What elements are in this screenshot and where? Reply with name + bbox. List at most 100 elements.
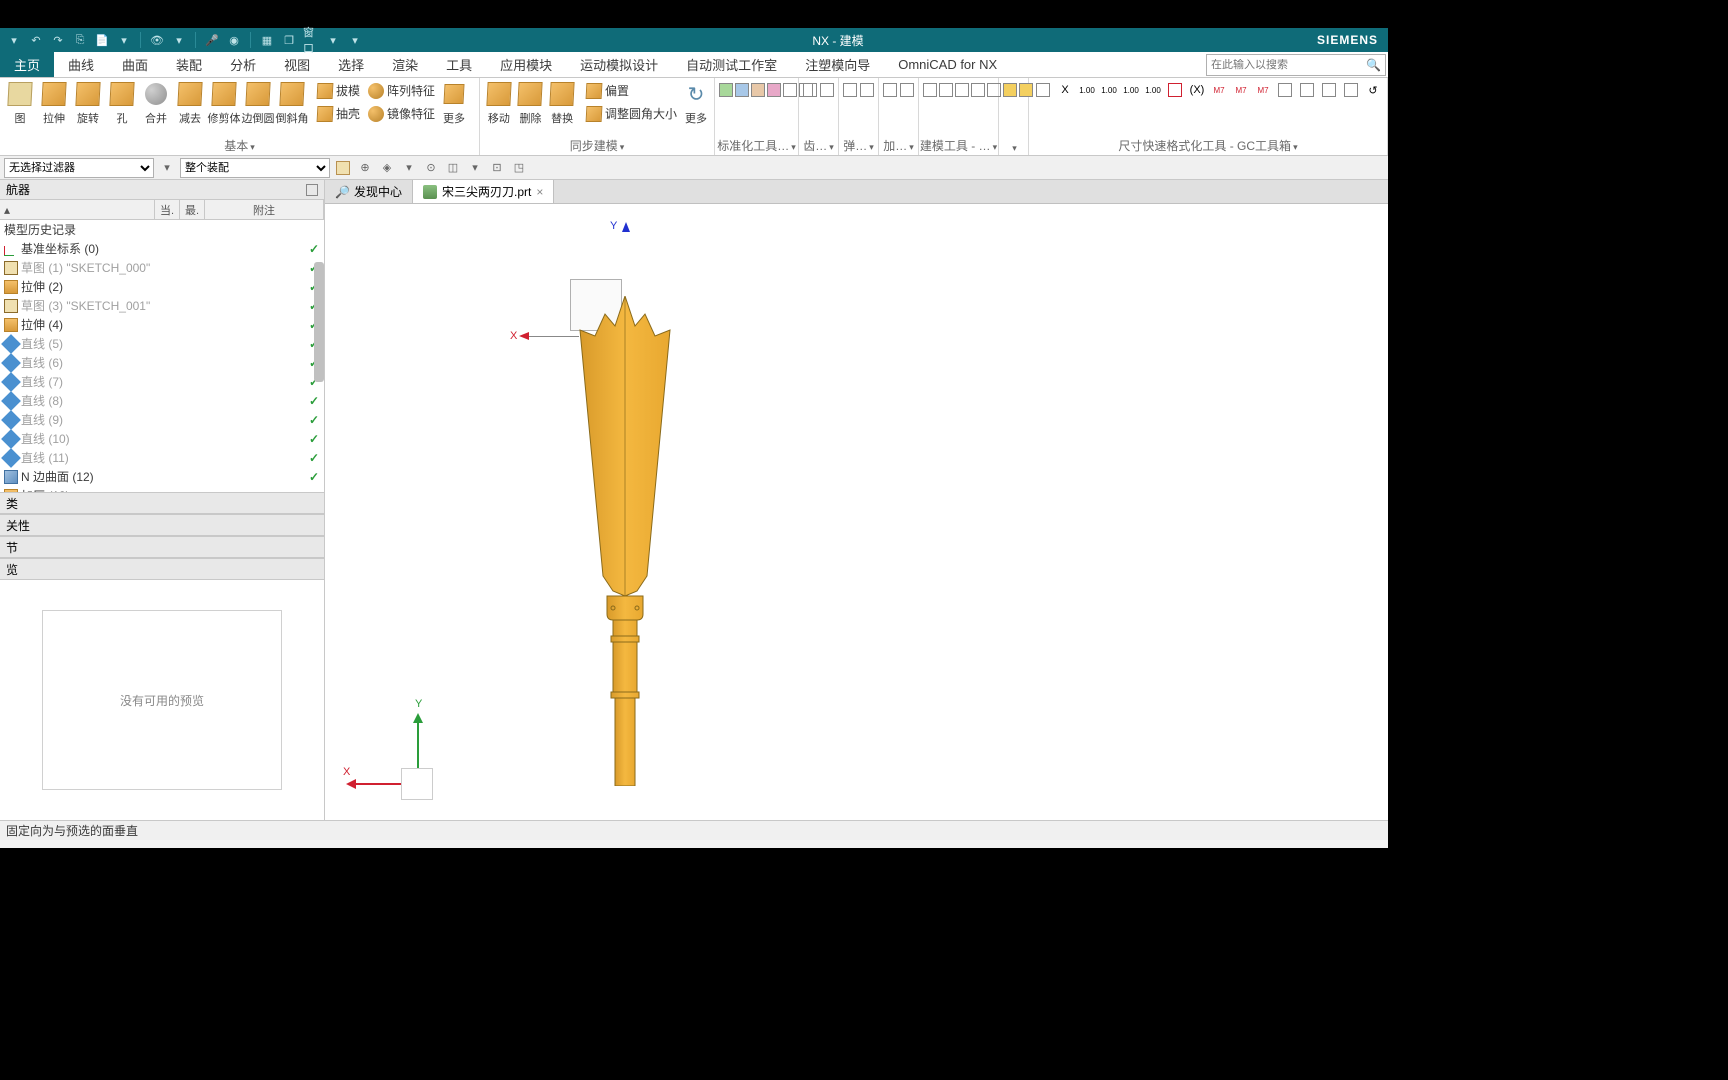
tree-scrollbar[interactable] — [314, 262, 324, 382]
tool-icon[interactable] — [783, 80, 797, 100]
btn-unite[interactable]: 合并 — [140, 80, 172, 126]
btn-offset[interactable]: 偏置 — [583, 80, 680, 101]
btn-subtract[interactable]: 减去 — [174, 80, 206, 126]
btn-replace[interactable]: 替换 — [547, 80, 577, 126]
qat-save-icon[interactable]: ▾ — [116, 32, 132, 48]
qat-paste-icon[interactable]: 📄 — [94, 32, 110, 48]
menu-tab-omnicad[interactable]: OmniCAD for NX — [884, 52, 1011, 77]
search-input[interactable] — [1211, 59, 1366, 71]
btn-move[interactable]: 移动 — [484, 80, 514, 126]
btn-blend[interactable]: 边倒圆 — [242, 80, 274, 126]
qat-window-dd[interactable]: ▾ — [325, 32, 341, 48]
qat-copy-icon[interactable]: ⎘ — [72, 32, 88, 48]
tool-icon[interactable] — [860, 80, 875, 100]
tool-icon[interactable]: 1.00 — [1121, 80, 1141, 100]
tool-icon[interactable]: 1.00 — [1099, 80, 1119, 100]
qat-layout-icon[interactable]: ▦ — [259, 32, 275, 48]
tree-row[interactable]: 直线 (6)✓ — [0, 353, 324, 372]
doc-tab-discover[interactable]: 🔎 发现中心 — [325, 180, 413, 203]
sort-icon[interactable]: ▴ — [4, 203, 10, 217]
tool-icon[interactable] — [923, 80, 937, 100]
tool-icon[interactable] — [1297, 80, 1317, 100]
tool-icon[interactable] — [955, 80, 969, 100]
tree-row[interactable]: 直线 (11)✓ — [0, 448, 324, 467]
menu-tab-select[interactable]: 选择 — [324, 52, 378, 77]
btn-more-basic[interactable]: 更多 — [440, 80, 468, 126]
tool-icon[interactable] — [767, 80, 781, 100]
tree-row[interactable]: 基准坐标系 (0)✓ — [0, 239, 324, 258]
qat-visibility-icon[interactable]: 👁 — [149, 32, 165, 48]
tree-row[interactable]: 草图 (1) "SKETCH_000"✓ — [0, 258, 324, 277]
qat-window-icon[interactable]: ❐ — [281, 32, 297, 48]
tree-row[interactable]: 草图 (3) "SKETCH_001"✓ — [0, 296, 324, 315]
filter-select-noselect[interactable]: 无选择过滤器 — [4, 158, 154, 178]
menu-tab-curve[interactable]: 曲线 — [54, 52, 108, 77]
tool-icon[interactable] — [719, 80, 733, 100]
tool-icon[interactable] — [1319, 80, 1339, 100]
tree-row[interactable]: N 边曲面 (12)✓ — [0, 467, 324, 486]
fb-icon-5[interactable]: ⊙ — [422, 159, 440, 177]
btn-trim[interactable]: 修剪体 — [208, 80, 240, 126]
tool-icon[interactable] — [1003, 80, 1017, 100]
tree-row[interactable]: 直线 (9)✓ — [0, 410, 324, 429]
tree-row[interactable]: 直线 (7)✓ — [0, 372, 324, 391]
fb-icon-9[interactable]: ◳ — [510, 159, 528, 177]
tree-row[interactable]: 拉伸 (2)✓ — [0, 277, 324, 296]
menu-tab-analysis[interactable]: 分析 — [216, 52, 270, 77]
tool-icon[interactable]: 1.00 — [1143, 80, 1163, 100]
tree-row[interactable]: 直线 (10)✓ — [0, 429, 324, 448]
qat-undo-icon[interactable]: ↶ — [28, 32, 44, 48]
fb-icon-1[interactable] — [334, 159, 352, 177]
tool-icon[interactable] — [735, 80, 749, 100]
qat-redo-icon[interactable]: ↷ — [50, 32, 66, 48]
tool-icon[interactable] — [1033, 80, 1053, 100]
tool-icon[interactable] — [820, 80, 835, 100]
section-guanxing[interactable]: 关性 — [0, 514, 324, 536]
col-latest[interactable]: 最. — [180, 200, 205, 219]
menu-tab-view[interactable]: 视图 — [270, 52, 324, 77]
btn-shell[interactable]: 抽壳 — [314, 103, 363, 124]
tool-icon[interactable]: M7 — [1231, 80, 1251, 100]
tool-icon[interactable]: ↺ — [1363, 80, 1383, 100]
fb-icon-8[interactable]: ⊡ — [488, 159, 506, 177]
tool-icon[interactable] — [843, 80, 858, 100]
col-current[interactable]: 当. — [155, 200, 180, 219]
tree-row[interactable]: 拉伸 (4)✓ — [0, 315, 324, 334]
pin-icon[interactable] — [306, 184, 318, 196]
fb-icon-7[interactable]: ▾ — [466, 159, 484, 177]
fb-icon-6[interactable]: ◫ — [444, 159, 462, 177]
tree-row[interactable]: 加厚 (13)✓ — [0, 486, 324, 492]
fb-icon-2[interactable]: ⊕ — [356, 159, 374, 177]
tool-icon[interactable]: (X) — [1187, 80, 1207, 100]
doc-tab-part[interactable]: 宋三尖两刃刀.prt × — [413, 180, 554, 203]
tool-icon[interactable] — [803, 80, 818, 100]
qat-vis-dd[interactable]: ▾ — [171, 32, 187, 48]
qat-touch-icon[interactable]: ◉ — [226, 32, 242, 48]
section-lan[interactable]: 览 — [0, 558, 324, 580]
btn-delete[interactable]: 删除 — [516, 80, 546, 126]
tool-icon[interactable] — [751, 80, 765, 100]
fb-icon-4[interactable]: ▾ — [400, 159, 418, 177]
btn-draft[interactable]: 拔模 — [314, 80, 363, 101]
tool-icon[interactable] — [971, 80, 985, 100]
menu-tab-motion[interactable]: 运动模拟设计 — [566, 52, 672, 77]
tool-icon[interactable] — [1275, 80, 1295, 100]
col-note[interactable]: 附注 — [205, 200, 324, 219]
tool-icon[interactable]: M7 — [1209, 80, 1229, 100]
menu-tab-assembly[interactable]: 装配 — [162, 52, 216, 77]
tool-icon[interactable] — [900, 80, 915, 100]
tool-icon[interactable] — [1165, 80, 1185, 100]
menu-tab-surface[interactable]: 曲面 — [108, 52, 162, 77]
btn-extrude[interactable]: 拉伸 — [38, 80, 70, 126]
search-icon[interactable]: 🔍 — [1366, 58, 1381, 72]
tool-icon[interactable]: M7 — [1253, 80, 1273, 100]
menu-tab-autotest[interactable]: 自动测试工作室 — [672, 52, 791, 77]
tree-root[interactable]: 模型历史记录 — [0, 220, 324, 239]
tool-icon[interactable] — [939, 80, 953, 100]
btn-chamfer[interactable]: 倒斜角 — [276, 80, 308, 126]
tree-row[interactable]: 直线 (5)✓ — [0, 334, 324, 353]
btn-sketch[interactable]: 图 — [4, 80, 36, 126]
filter-dd-icon[interactable]: ▾ — [158, 159, 176, 177]
tool-icon[interactable]: X — [1055, 80, 1075, 100]
btn-mirror[interactable]: 镜像特征 — [365, 103, 438, 124]
